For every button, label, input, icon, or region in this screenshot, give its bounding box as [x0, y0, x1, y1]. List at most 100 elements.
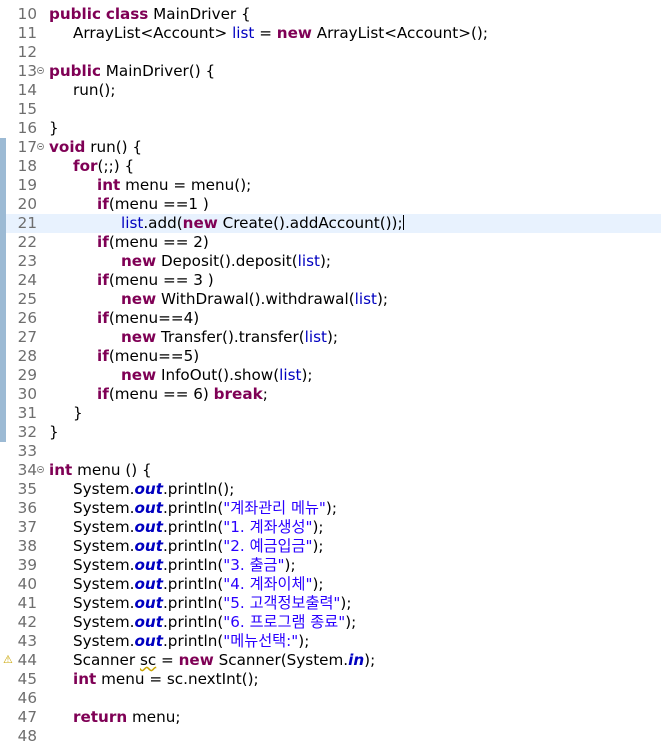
code-token: menu; [127, 708, 181, 726]
line-number: 13 [17, 62, 37, 80]
code-editor[interactable]: 10 public class MainDriver {11 ArrayList<A… [0, 0, 661, 748]
code-token: "6. 프로그램 종료" [223, 613, 346, 631]
code-token: if [97, 385, 109, 403]
code-token: "1. 계좌생성" [223, 518, 313, 536]
code-line-26[interactable]: 26 if(menu==4) [0, 309, 661, 328]
code-token: ); [319, 252, 332, 270]
code-token: out [134, 537, 163, 555]
code-line-30[interactable]: 30 if(menu == 6) break; [0, 385, 661, 404]
code-token: System. [73, 480, 135, 498]
code-line-38[interactable]: 38 System.out.println("2. 예금입금"); [0, 537, 661, 556]
code-text: } [49, 119, 59, 138]
code-token: Deposit().deposit( [156, 252, 298, 270]
code-line-31[interactable]: 31} [0, 404, 661, 423]
code-line-41[interactable]: 41 System.out.println("5. 고객정보출력"); [0, 594, 661, 613]
code-token: list [121, 214, 144, 232]
code-line-27[interactable]: 27 new Transfer().transfer(list); [0, 328, 661, 347]
line-number: 10 [17, 5, 37, 23]
line-number: 22 [17, 233, 37, 251]
code-token: if [97, 195, 109, 213]
line-number: 31 [17, 404, 37, 422]
code-token: list [279, 366, 302, 384]
code-token: (menu == 3 ) [108, 271, 214, 289]
code-token: MainDriver { [148, 5, 251, 23]
code-line-21[interactable]: 21 list.add(new Create().addAccount()); [0, 214, 661, 233]
code-text: int menu = menu(); [97, 176, 251, 195]
code-line-10[interactable]: 10 public class MainDriver { [0, 5, 661, 24]
line-number: 25 [17, 290, 37, 308]
code-line-13[interactable]: 13 public MainDriver() { [0, 62, 661, 81]
code-line-47[interactable]: 47 return menu; [0, 708, 661, 727]
code-token: InfoOut().show( [156, 366, 280, 384]
code-text: System.out.println("계좌관리 메뉴"); [73, 499, 337, 518]
code-line-36[interactable]: 36 System.out.println("계좌관리 메뉴"); [0, 499, 661, 518]
code-text: run(); [73, 81, 115, 100]
code-line-24[interactable]: 24 if(menu == 3 ) [0, 271, 661, 290]
code-token: .println( [162, 632, 224, 650]
code-line-19[interactable]: 19 int menu = menu(); [0, 176, 661, 195]
code-line-16[interactable]: 16} [0, 119, 661, 138]
code-line-29[interactable]: 29 new InfoOut().show(list); [0, 366, 661, 385]
code-token: System. [73, 632, 135, 650]
code-token: ); [312, 518, 324, 536]
code-token: if [97, 233, 109, 251]
code-token: ); [312, 575, 324, 593]
code-line-33[interactable]: 33 [0, 442, 661, 461]
code-text: if(menu == 2) [97, 233, 209, 252]
code-token: break [213, 385, 263, 403]
code-line-23[interactable]: 23 new Deposit().deposit(list); [0, 252, 661, 271]
code-line-44[interactable]: ⚠ 44 Scanner sc = new Scanner(System.in); [0, 651, 661, 670]
code-token: out [134, 556, 163, 574]
code-token: ); [325, 499, 337, 517]
code-line-45[interactable]: 45 int menu = sc.nextInt(); [0, 670, 661, 689]
code-line-35[interactable]: 35 System.out.println(); [0, 480, 661, 499]
code-text: } [73, 404, 83, 423]
code-line-43[interactable]: 43 System.out.println("메뉴선택:"); [0, 632, 661, 651]
fold-toggle-icon[interactable] [37, 143, 44, 150]
code-line-12[interactable]: 12 [0, 43, 661, 62]
text-caret [402, 215, 404, 230]
code-line-28[interactable]: 28 if(menu==5) [0, 347, 661, 366]
fold-toggle-icon[interactable] [37, 466, 44, 473]
code-line-22[interactable]: 22 if(menu == 2) [0, 233, 661, 252]
code-line-17[interactable]: 17 void run() { [0, 138, 661, 157]
line-number: 37 [17, 518, 37, 536]
code-token: ); [301, 366, 313, 384]
fold-toggle-icon[interactable] [37, 67, 44, 74]
code-line-11[interactable]: 11 ArrayList<Account> list = new ArrayLis… [0, 24, 661, 43]
code-token: System. [73, 537, 135, 555]
code-token: new [121, 328, 157, 346]
line-number: 32 [17, 423, 37, 441]
line-number: 44 [17, 651, 37, 669]
code-token: Transfer().transfer( [156, 328, 305, 346]
code-line-18[interactable]: 18 for(;;) { [0, 157, 661, 176]
code-line-42[interactable]: 42 System.out.println("6. 프로그램 종료"); [0, 613, 661, 632]
code-token: ); [345, 613, 357, 631]
code-line-40[interactable]: 40 System.out.println("4. 계좌이체"); [0, 575, 661, 594]
code-token: new [276, 24, 312, 42]
code-text: if(menu==5) [97, 347, 199, 366]
code-line-25[interactable]: 25 new WithDrawal().withdrawal(list); [0, 290, 661, 309]
code-token: out [134, 499, 163, 517]
line-number: 46 [17, 689, 37, 707]
code-line-20[interactable]: 20 if(menu ==1 ) [0, 195, 661, 214]
code-token: "4. 계좌이체" [223, 575, 313, 593]
code-line-15[interactable]: 15 [0, 100, 661, 119]
code-text: new InfoOut().show(list); [121, 366, 312, 385]
code-line-32[interactable]: 32} [0, 423, 661, 442]
code-text: System.out.println("6. 프로그램 종료"); [73, 613, 356, 632]
code-text: System.out.println("2. 예금입금"); [73, 537, 324, 556]
code-line-14[interactable]: 14 run(); [0, 81, 661, 100]
code-line-37[interactable]: 37 System.out.println("1. 계좌생성"); [0, 518, 661, 537]
code-line-48[interactable]: 48 [0, 727, 661, 746]
code-line-34[interactable]: 34 int menu () { [0, 461, 661, 480]
line-number: 30 [17, 385, 37, 403]
code-line-39[interactable]: 39 System.out.println("3. 출금"); [0, 556, 661, 575]
line-number: 28 [17, 347, 37, 365]
line-number: 36 [17, 499, 37, 517]
code-token: list [232, 24, 255, 42]
code-token: ); [340, 594, 352, 612]
code-text: ArrayList<Account> list = new ArrayList<… [73, 24, 488, 43]
code-line-46[interactable]: 46 [0, 689, 661, 708]
code-text: new Transfer().transfer(list); [121, 328, 338, 347]
